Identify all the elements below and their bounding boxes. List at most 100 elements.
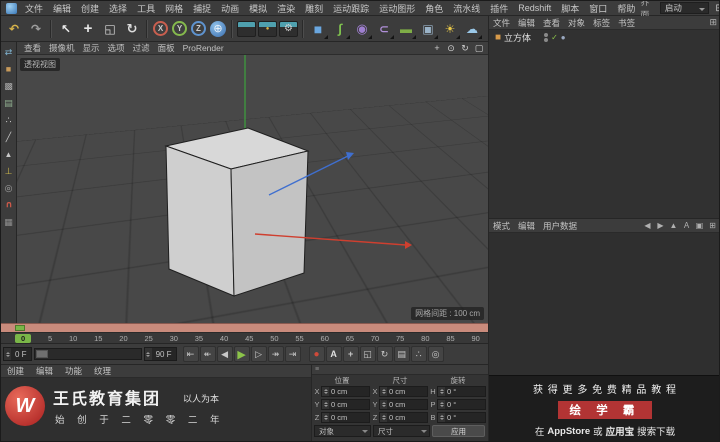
coordinate-field[interactable]: 0 ° (437, 385, 486, 397)
attribute-manager-tab[interactable]: 用户数据 (539, 220, 581, 232)
viewport-menu-item[interactable]: 选项 (104, 42, 129, 54)
pan-view-icon[interactable]: + (431, 43, 443, 54)
layout-preset-dropdown[interactable]: 启动 (659, 2, 710, 14)
coordinate-space-dropdown[interactable]: 对象 (314, 425, 371, 437)
coordinate-field[interactable]: 0 cm (321, 398, 370, 410)
history-back-icon[interactable]: ◀ (642, 221, 653, 230)
object-manager-menu-item[interactable]: 标签 (589, 17, 614, 29)
menu-item[interactable]: 选择 (104, 2, 132, 15)
coordinate-system-button[interactable]: ⊕ (210, 20, 226, 37)
end-frame-field[interactable]: 90 F (143, 347, 177, 361)
coordinate-field[interactable]: 0 cm (379, 385, 428, 397)
rotate-view-icon[interactable]: ↻ (459, 43, 471, 54)
spinner[interactable] (380, 399, 387, 409)
apply-button[interactable]: 应用 (432, 425, 485, 437)
workplane-mode-button[interactable]: ▤ (3, 97, 15, 109)
menu-item[interactable]: 工具 (132, 2, 160, 15)
cube-left-face[interactable] (165, 145, 235, 297)
menu-item[interactable]: 插件 (485, 2, 513, 15)
object-manager-panel-icon[interactable]: ⊞ (705, 17, 719, 28)
toolbar-separator[interactable] (231, 19, 233, 38)
snap-toggle-button[interactable]: ∪ (3, 199, 15, 211)
play-forward-button[interactable]: ▶ (233, 346, 250, 362)
panel-menu-icon[interactable]: ⊞ (707, 221, 718, 230)
sky-object-tool[interactable]: ☁ (462, 19, 482, 39)
menu-item[interactable]: 渲染 (272, 2, 300, 15)
viewport-menu-item[interactable]: 显示 (79, 42, 104, 54)
zoom-view-icon[interactable]: ⊙ (445, 43, 457, 54)
quantize-button[interactable]: ▦ (3, 216, 15, 228)
coordinate-field[interactable]: 0 cm (321, 411, 370, 423)
rotate-tool[interactable]: ↻ (122, 19, 142, 39)
viewport-menu-item[interactable]: 查看 (20, 42, 45, 54)
attribute-manager-tab[interactable]: 模式 (489, 220, 514, 232)
material-menu-item[interactable]: 功能 (59, 365, 88, 377)
spinner[interactable] (380, 412, 387, 422)
next-frame-button[interactable]: ▷ (250, 346, 267, 362)
coordinate-field[interactable]: 0 cm (379, 411, 428, 423)
spinner[interactable] (438, 399, 445, 409)
z-axis-lock-button[interactable]: Z (191, 21, 206, 36)
menu-item[interactable]: Redshift (513, 3, 556, 13)
make-editable-button[interactable]: ⇄ (3, 46, 15, 58)
menu-item[interactable]: 角色 (420, 2, 448, 15)
timeline-range-bar[interactable] (1, 323, 488, 332)
object-name[interactable]: 立方体 (504, 31, 531, 44)
spinner[interactable] (322, 399, 329, 409)
redo-button[interactable]: ↷ (26, 19, 46, 39)
parent-up-icon[interactable]: ▲ (668, 221, 679, 230)
phong-tag-icon[interactable]: ● (561, 33, 566, 42)
current-frame-marker[interactable] (15, 325, 25, 331)
spinner[interactable] (322, 412, 329, 422)
panel-burger-icon[interactable]: ≡ (315, 366, 319, 373)
render-picture-viewer-button[interactable]: ● (258, 20, 277, 37)
object-manager-content[interactable]: ■ 立方体 ✓ ● (489, 30, 719, 218)
edges-mode-button[interactable]: ╱ (3, 131, 15, 143)
key-rotation-toggle[interactable]: ↻ (376, 346, 393, 362)
timeline-slider[interactable] (33, 348, 142, 360)
viewport-solo-button[interactable]: ◎ (3, 182, 15, 194)
material-menu-item[interactable]: 创建 (1, 365, 30, 377)
object-manager-menu-item[interactable]: 编辑 (514, 17, 539, 29)
floor-object-tool[interactable]: ▬ (396, 19, 416, 39)
viewport-menu-item[interactable]: 面板 (154, 42, 179, 54)
material-menu-item[interactable]: 编辑 (30, 365, 59, 377)
object-manager-menu-item[interactable]: 文件 (489, 17, 514, 29)
attribute-manager-tab[interactable]: 编辑 (514, 220, 539, 232)
object-manager-menu-item[interactable]: 书签 (614, 17, 639, 29)
menu-item[interactable]: 编辑 (48, 2, 76, 15)
polygons-mode-button[interactable]: ▲ (3, 148, 15, 160)
coordinate-field[interactable]: 0 cm (321, 385, 370, 397)
move-tool[interactable]: + (78, 19, 98, 39)
enabled-check-icon[interactable]: ✓ (551, 33, 558, 42)
object-manager-menu-item[interactable]: 对象 (564, 17, 589, 29)
enable-axis-button[interactable]: ⊥ (3, 165, 15, 177)
menu-item[interactable]: 文件 (20, 2, 48, 15)
lock-icon[interactable]: ▣ (694, 221, 705, 230)
current-frame-field[interactable]: 0 F (3, 347, 32, 361)
object-manager-menu-item[interactable]: 查看 (539, 17, 564, 29)
go-to-start-button[interactable]: ⇤ (182, 346, 199, 362)
visibility-dots[interactable] (544, 33, 549, 42)
viewport-menu-item[interactable]: 过滤 (129, 42, 154, 54)
toggle-views-icon[interactable]: ▢ (473, 43, 485, 54)
previous-key-button[interactable]: ↞ (199, 346, 216, 362)
viewport-menu-item[interactable]: 摄像机 (45, 42, 79, 54)
viewport-menu-item[interactable]: ProRender (179, 43, 228, 53)
menu-item[interactable]: 帮助 (612, 2, 640, 15)
timeline-slider-handle[interactable] (35, 350, 48, 358)
spinner[interactable] (322, 386, 329, 396)
render-settings-button[interactable]: ⚙ (279, 20, 298, 37)
spline-pen-tool[interactable]: ∫ (330, 19, 350, 39)
timeline-ruler[interactable]: 0 5 10 15 20 25 30 35 40 45 50 55 60 65 70 75 80 85 90 (1, 332, 488, 343)
menu-item[interactable]: 运动图形 (374, 2, 420, 15)
bend-deformer-tool[interactable]: ⊂ (374, 19, 394, 39)
spinner[interactable] (438, 386, 445, 396)
coordinate-field[interactable]: 0 ° (437, 398, 486, 410)
texture-mode-button[interactable]: ▩ (3, 80, 15, 92)
material-menu-item[interactable]: 纹理 (88, 365, 117, 377)
spinner[interactable] (438, 412, 445, 422)
menu-item[interactable]: 创建 (76, 2, 104, 15)
render-view-button[interactable] (237, 20, 256, 37)
attribute-manager-content[interactable] (489, 233, 719, 375)
